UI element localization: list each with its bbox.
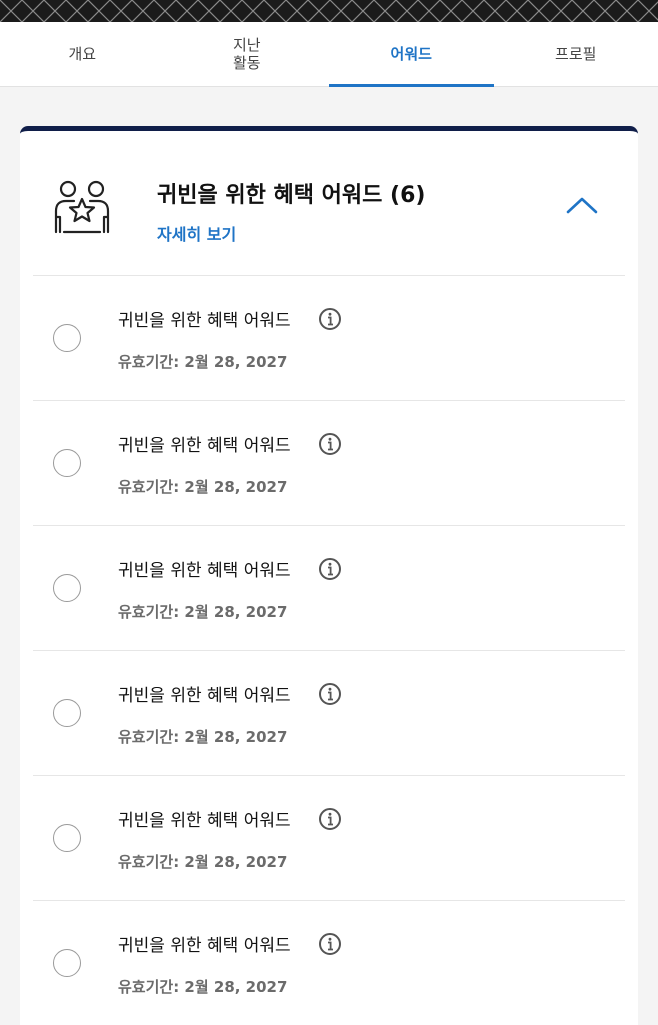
- award-expiry: 유효기간: 2월 28, 2027: [118, 851, 287, 872]
- award-title: 귀빈을 위한 혜택 어워드: [118, 806, 291, 831]
- tab-past-activity[interactable]: 지난 활동: [165, 22, 330, 86]
- award-title: 귀빈을 위한 혜택 어워드: [118, 306, 291, 331]
- info-icon[interactable]: [318, 307, 342, 331]
- tab-overview[interactable]: 개요: [0, 22, 165, 86]
- info-icon[interactable]: [318, 682, 342, 706]
- award-expiry: 유효기간: 2월 28, 2027: [118, 476, 287, 497]
- award-title: 귀빈을 위한 혜택 어워드: [118, 681, 291, 706]
- award-expiry: 유효기간: 2월 28, 2027: [118, 726, 287, 747]
- header-pattern-bar: [0, 0, 658, 22]
- award-item: 귀빈을 위한 혜택 어워드 유효기간: 2월 28, 2027: [20, 526, 638, 650]
- tab-label: 개요: [68, 45, 96, 63]
- award-item: 귀빈을 위한 혜택 어워드 유효기간: 2월 28, 2027: [20, 276, 638, 400]
- award-item: 귀빈을 위한 혜택 어워드 유효기간: 2월 28, 2027: [20, 401, 638, 525]
- people-star-icon: [52, 177, 112, 237]
- tab-profile[interactable]: 프로필: [494, 22, 658, 86]
- award-expiry: 유효기간: 2월 28, 2027: [118, 601, 287, 622]
- tab-awards[interactable]: 어워드: [329, 22, 494, 86]
- award-item: 귀빈을 위한 혜택 어워드 유효기간: 2월 28, 2027: [20, 901, 638, 1025]
- award-radio[interactable]: [53, 949, 81, 977]
- tab-label: 프로필: [555, 45, 596, 63]
- card-title: 귀빈을 위한 혜택 어워드 (6): [157, 177, 425, 209]
- award-title: 귀빈을 위한 혜택 어워드: [118, 556, 291, 581]
- awards-card: 귀빈을 위한 혜택 어워드 (6) 자세히 보기 귀빈을 위한 혜택 어워드 유…: [20, 126, 638, 1025]
- award-radio[interactable]: [53, 699, 81, 727]
- award-title: 귀빈을 위한 혜택 어워드: [118, 931, 291, 956]
- chevron-up-icon[interactable]: [564, 193, 600, 217]
- tab-label: 지난 활동: [233, 36, 261, 72]
- award-radio[interactable]: [53, 324, 81, 352]
- award-expiry: 유효기간: 2월 28, 2027: [118, 976, 287, 997]
- info-icon[interactable]: [318, 807, 342, 831]
- award-radio[interactable]: [53, 449, 81, 477]
- award-expiry: 유효기간: 2월 28, 2027: [118, 351, 287, 372]
- info-icon[interactable]: [318, 432, 342, 456]
- card-header: 귀빈을 위한 혜택 어워드 (6) 자세히 보기: [20, 131, 638, 275]
- tab-bar: 개요 지난 활동 어워드 프로필: [0, 22, 658, 87]
- award-item: 귀빈을 위한 혜택 어워드 유효기간: 2월 28, 2027: [20, 651, 638, 775]
- tab-label: 어워드: [391, 45, 432, 63]
- award-title: 귀빈을 위한 혜택 어워드: [118, 431, 291, 456]
- info-icon[interactable]: [318, 932, 342, 956]
- diamond-pattern: [0, 0, 658, 22]
- award-item: 귀빈을 위한 혜택 어워드 유효기간: 2월 28, 2027: [20, 776, 638, 900]
- award-radio[interactable]: [53, 574, 81, 602]
- award-radio[interactable]: [53, 824, 81, 852]
- info-icon[interactable]: [318, 557, 342, 581]
- view-details-link[interactable]: 자세히 보기: [157, 221, 236, 245]
